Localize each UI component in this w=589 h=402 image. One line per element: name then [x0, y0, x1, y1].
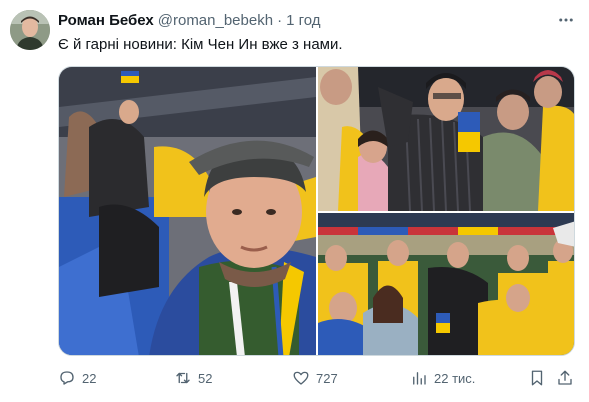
media-grid [58, 66, 575, 356]
reply-icon [60, 371, 74, 385]
more-icon[interactable] [554, 10, 578, 30]
views-chart-icon [413, 372, 426, 385]
like-count: 727 [316, 370, 338, 386]
tweet-time[interactable]: 1 год [286, 12, 320, 30]
avatar[interactable] [10, 10, 50, 50]
repost-button[interactable]: 52 [174, 366, 212, 390]
author-handle[interactable]: @roman_bebekh [158, 12, 273, 30]
bookmark-icon [531, 370, 543, 386]
share-button[interactable] [556, 366, 574, 390]
view-count: 22 тис. [434, 370, 476, 386]
photo-crowd[interactable] [318, 213, 574, 355]
like-button[interactable]: 727 [292, 366, 338, 390]
views-button[interactable]: 22 тис. [410, 366, 475, 390]
author-name[interactable]: Роман Бебех [58, 12, 154, 30]
repost-icon [176, 372, 190, 384]
tweet-text: Є й гарні новини: Кім Чен Ин вже з нами. [58, 36, 343, 53]
separator-dot: · [277, 12, 283, 29]
tweet-header: Роман Бебех @roman_bebekh · 1 год [58, 12, 320, 30]
photo-man-with-flag[interactable] [318, 67, 574, 211]
bookmark-button[interactable] [528, 366, 546, 390]
reply-button[interactable]: 22 [58, 366, 96, 390]
reply-count: 22 [82, 370, 97, 386]
photo-selfie[interactable] [59, 67, 316, 355]
heart-icon [293, 371, 309, 385]
action-bar: 22 52 727 22 тис. [58, 366, 578, 390]
repost-count: 52 [198, 370, 213, 386]
share-icon [558, 370, 572, 385]
